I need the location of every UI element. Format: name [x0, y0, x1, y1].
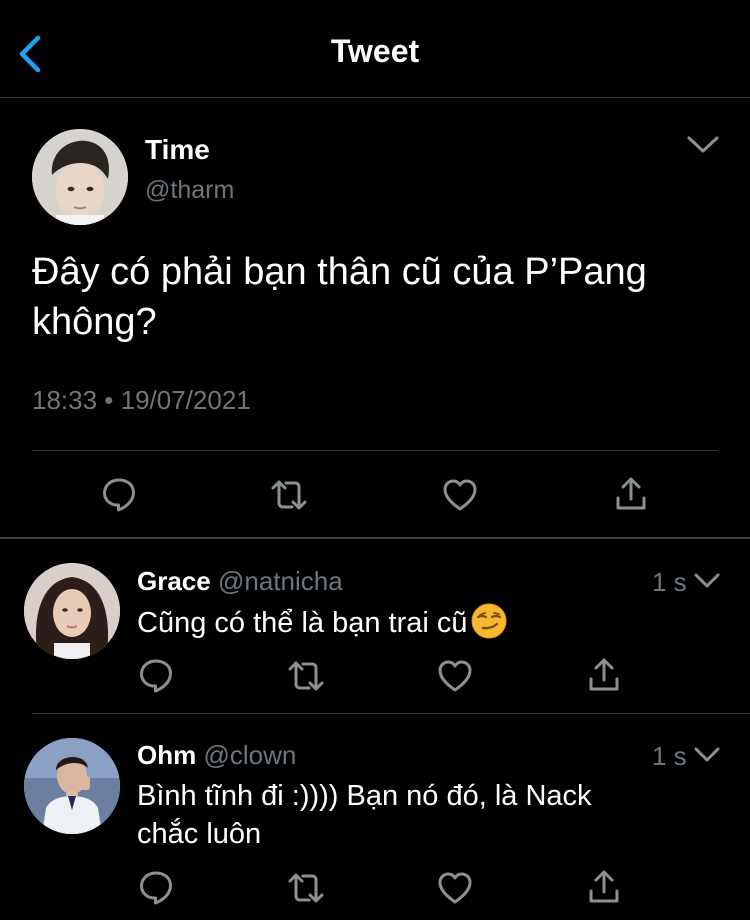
- chevron-down-icon: [687, 136, 719, 153]
- reply-time: 1 s: [652, 741, 687, 771]
- share-button[interactable]: [587, 869, 621, 905]
- more-options-button[interactable]: [686, 133, 720, 157]
- divider: [32, 713, 750, 714]
- author-handle[interactable]: @tharm: [145, 176, 234, 205]
- reply-header: Grace @natnicha: [137, 566, 343, 597]
- heart-icon: [443, 479, 477, 511]
- reply-text: Cũng có thể là bạn trai cũ: [137, 603, 697, 642]
- share-icon: [589, 870, 619, 903]
- reply-header: Ohm @clown: [137, 740, 296, 771]
- author-name[interactable]: Time: [145, 134, 210, 166]
- tweet-detail-screen: Tweet Time @tharm Đây có phải bạn thân c…: [0, 0, 750, 920]
- heart-icon: [438, 660, 472, 692]
- avatar-photo: [24, 563, 120, 659]
- reply-author-name[interactable]: Grace: [137, 566, 211, 596]
- reply-time: 1 s: [652, 567, 687, 597]
- avatar[interactable]: [32, 129, 128, 225]
- like-button[interactable]: [442, 478, 478, 512]
- reply-author-handle[interactable]: @natnicha: [218, 566, 343, 596]
- section-divider: [0, 537, 750, 539]
- speech-bubble-icon: [103, 478, 135, 512]
- page-title: Tweet: [330, 33, 420, 69]
- avatar[interactable]: [24, 738, 120, 834]
- avatar[interactable]: [24, 563, 120, 659]
- retweet-button[interactable]: [287, 871, 325, 905]
- smirking-face-emoji: [471, 603, 507, 639]
- avatar-photo: [24, 738, 120, 834]
- more-options-button[interactable]: [694, 572, 720, 590]
- reply-author-handle[interactable]: @clown: [203, 740, 296, 770]
- share-icon: [616, 477, 646, 510]
- share-button[interactable]: [587, 657, 621, 693]
- heart-icon: [438, 872, 472, 904]
- reply-button[interactable]: [101, 476, 137, 512]
- reply-text-content: Cũng có thể là bạn trai cũ: [137, 607, 468, 639]
- like-button[interactable]: [437, 871, 473, 905]
- reply-author-name[interactable]: Ohm: [137, 740, 196, 770]
- chevron-down-icon: [694, 573, 720, 588]
- chevron-down-icon: [694, 747, 720, 762]
- retweet-button[interactable]: [270, 478, 308, 512]
- share-button[interactable]: [614, 476, 648, 512]
- retweet-icon: [288, 873, 324, 903]
- top-navigation-bar: Tweet: [0, 0, 750, 98]
- tweet-text: Đây có phải bạn thân cũ của P’Pang không…: [32, 251, 647, 343]
- divider: [32, 450, 718, 451]
- like-button[interactable]: [437, 659, 473, 693]
- speech-bubble-icon: [140, 871, 172, 905]
- reply-text: Bình tĩnh đi :)))) Bạn nó đó, là Nack ch…: [137, 780, 592, 850]
- retweet-icon: [271, 480, 307, 510]
- share-icon: [589, 658, 619, 691]
- tweet-timestamp: 18:33 • 19/07/2021: [32, 385, 251, 415]
- retweet-button[interactable]: [287, 659, 325, 693]
- speech-bubble-icon: [140, 659, 172, 693]
- more-options-button[interactable]: [694, 746, 720, 764]
- retweet-icon: [288, 661, 324, 691]
- avatar-photo: [32, 129, 128, 225]
- reply-button[interactable]: [138, 869, 174, 905]
- reply-button[interactable]: [138, 657, 174, 693]
